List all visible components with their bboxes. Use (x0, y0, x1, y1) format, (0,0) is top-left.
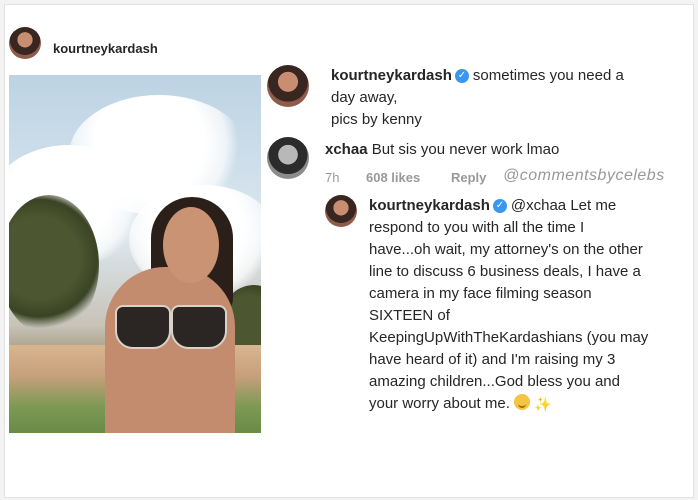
reply-line-10: your worry about me. (369, 395, 510, 412)
caption-username[interactable]: kourtneykardash (331, 67, 452, 84)
comment-username[interactable]: xchaa (325, 141, 368, 158)
verified-badge-icon: ✓ (454, 69, 469, 84)
commenter-avatar[interactable] (267, 137, 309, 179)
sparkles-emoji-icon: ✨ (534, 396, 552, 412)
reply-line-4: line to discuss 6 business deals, I have… (369, 263, 641, 280)
post-author-username[interactable]: kourtneykardash (53, 41, 158, 56)
comment-block: xchaa But sis you never work lmao (325, 139, 685, 161)
caption-block: kourtneykardash ✓ sometimes you need a day… (331, 65, 681, 131)
post-photo[interactable] (9, 75, 261, 433)
reply-block: kourtneykardash ✓ @xchaa Let me respond to… (369, 195, 698, 415)
comment-text: But sis you never work lmao (371, 141, 560, 158)
reply-line-1: Let me (570, 197, 617, 214)
comment-time: 7h (325, 170, 340, 185)
reply-username[interactable]: kourtneykardash (369, 197, 490, 214)
caption-line-1: sometimes you need a (472, 67, 624, 84)
photo-swimsuit (171, 305, 227, 349)
caption-line-2: day away, (331, 89, 398, 106)
verified-badge-icon: ✓ (492, 199, 507, 214)
smiling-emoji-icon (514, 394, 531, 410)
reply-mention[interactable]: @xchaa (511, 197, 566, 214)
reply-line-3: have...oh wait, my attorney's on the oth… (369, 241, 643, 258)
photo-person-head (163, 207, 219, 283)
photo-person-body (105, 267, 235, 433)
reply-line-6: SIXTEEN of (369, 307, 450, 324)
reply-line-8: have heard of it) and I'm raising my 3 (369, 351, 616, 368)
comment-reply-button[interactable]: Reply (451, 170, 486, 185)
watermark: @commentsbycelebs (503, 167, 665, 184)
reply-line-9: amazing children...God bless you and (369, 373, 620, 390)
caption-author-avatar[interactable] (267, 65, 309, 107)
comment-likes[interactable]: 608 likes (366, 170, 420, 185)
reply-author-avatar[interactable] (325, 195, 357, 227)
reply-line-7: KeepingUpWithTheKardashians (you may (369, 329, 649, 346)
caption-line-3: pics by kenny (331, 111, 422, 128)
reply-line-2: respond to you with all the time I (369, 219, 585, 236)
screenshot-card: kourtneykardash kourtneykardash ✓ sometime… (4, 4, 694, 498)
post-author-avatar[interactable] (9, 27, 41, 59)
photo-swimsuit (115, 305, 171, 349)
reply-line-5: camera in my face filming season (369, 285, 592, 302)
